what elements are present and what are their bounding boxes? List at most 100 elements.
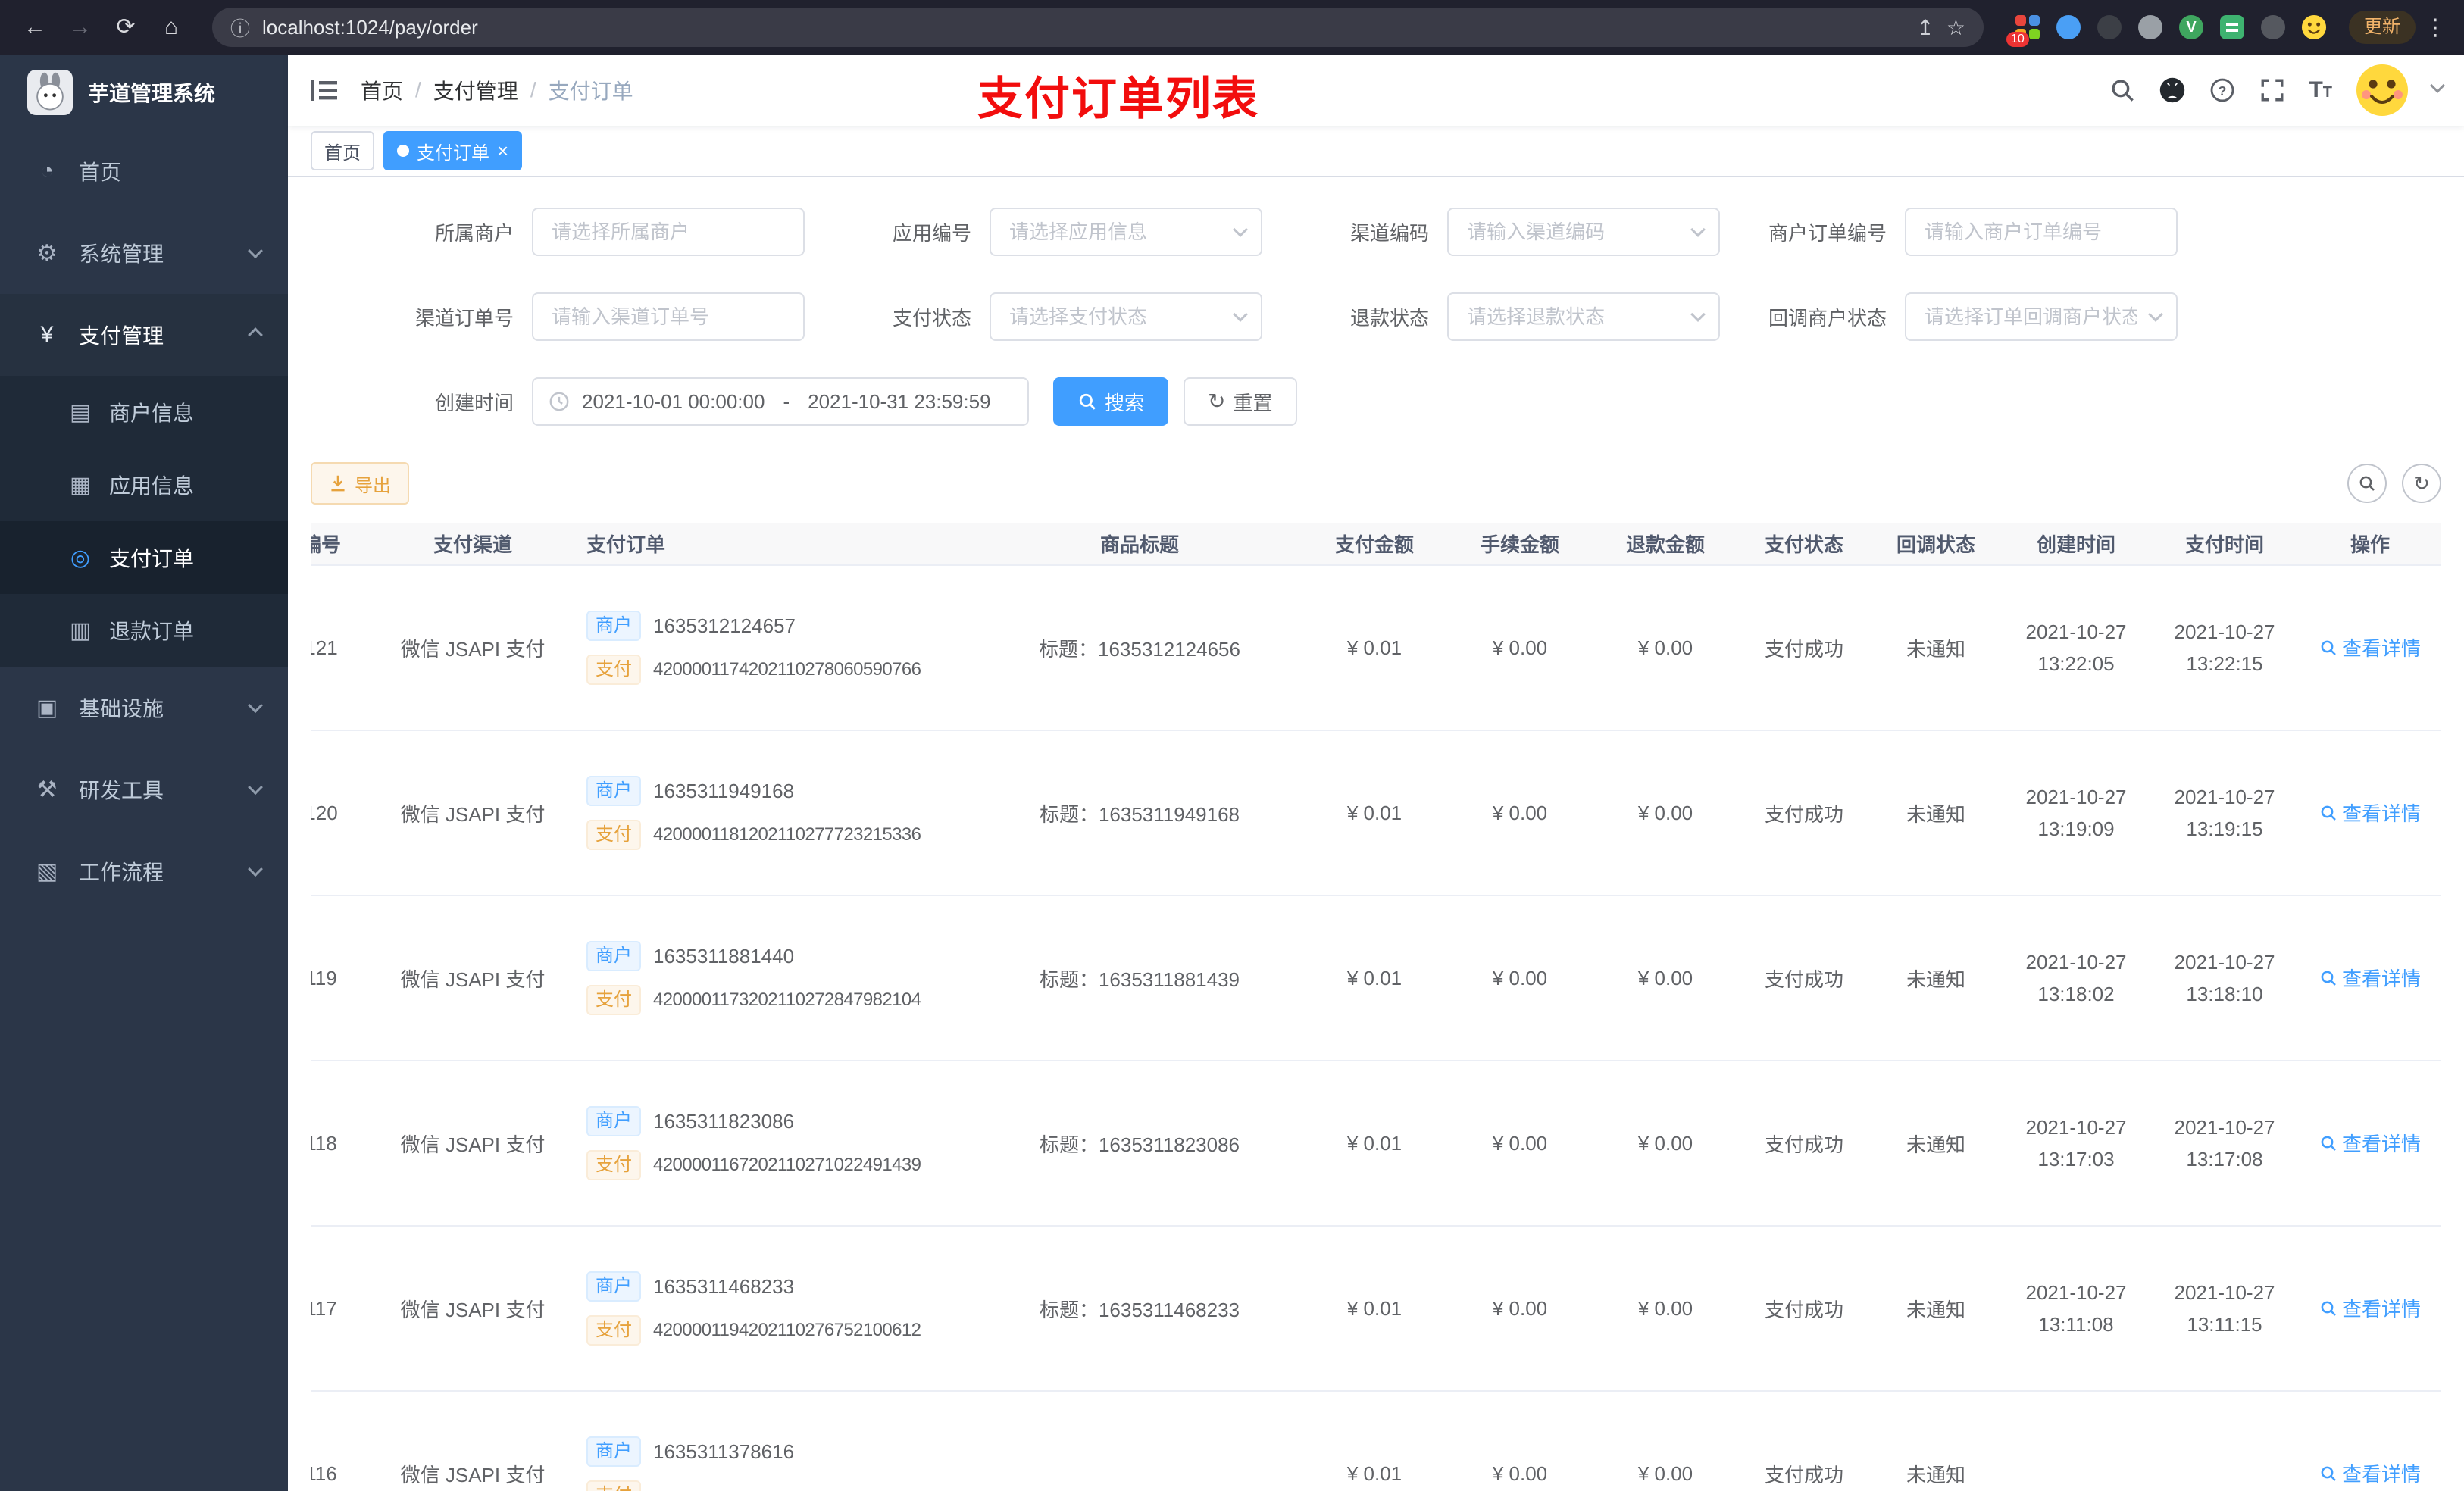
tab-pay-order[interactable]: 支付订单 × bbox=[383, 131, 523, 170]
merchant-order-no-input[interactable] bbox=[1905, 208, 2178, 256]
url-text[interactable]: localhost:1024/pay/order bbox=[262, 16, 1904, 39]
browser-menu-icon[interactable]: ⋮ bbox=[2422, 14, 2449, 41]
merchant-tag: 商户 bbox=[586, 1436, 641, 1467]
search-icon[interactable] bbox=[2109, 77, 2136, 104]
browser-back-icon[interactable]: ← bbox=[15, 8, 55, 47]
cell-pay-time: 2021-10-27 13:22:15 bbox=[2150, 565, 2299, 731]
menu-fold-icon[interactable] bbox=[309, 75, 339, 105]
search-button[interactable]: 搜索 bbox=[1053, 377, 1169, 426]
col-refund: 退款金额 bbox=[1593, 523, 1738, 566]
sidebar-item-payment[interactable]: ¥ 支付管理 bbox=[0, 294, 288, 376]
export-button[interactable]: 导出 bbox=[311, 462, 409, 505]
view-detail-link[interactable]: 查看详情 bbox=[2319, 1129, 2421, 1157]
browser-update-button[interactable]: 更新 bbox=[2349, 11, 2416, 44]
search-icon bbox=[2321, 971, 2336, 986]
view-detail-link[interactable]: 查看详情 bbox=[2319, 1459, 2421, 1487]
cell-refund: ¥ 0.00 bbox=[1593, 565, 1738, 731]
search-icon bbox=[2321, 1466, 2336, 1481]
question-icon[interactable]: ? bbox=[2209, 77, 2236, 104]
channel-code-select[interactable] bbox=[1447, 208, 1720, 256]
cell-id: 116 bbox=[311, 1391, 374, 1491]
sidebar-item-system[interactable]: ⚙ 系统管理 bbox=[0, 212, 288, 294]
browser-forward-icon[interactable]: → bbox=[61, 8, 100, 47]
clock-icon bbox=[549, 392, 569, 411]
browser-reload-icon[interactable]: ⟳ bbox=[106, 8, 145, 47]
table-toolbar: 导出 ↻ bbox=[311, 462, 2441, 505]
pay-status-select[interactable] bbox=[990, 292, 1262, 341]
cell-amount: ¥ 0.01 bbox=[1302, 896, 1447, 1061]
page-title: 支付订单列表 bbox=[977, 73, 1259, 124]
site-info-icon[interactable]: ⓘ bbox=[230, 14, 250, 42]
col-id: 编号 bbox=[311, 523, 374, 566]
cell-actions: 查看详情 bbox=[2299, 1391, 2441, 1491]
toggle-search-button[interactable] bbox=[2347, 464, 2387, 503]
sidebar-item-infra[interactable]: ▣ 基础设施 bbox=[0, 667, 288, 749]
svg-text:?: ? bbox=[2219, 83, 2227, 98]
fullscreen-icon[interactable] bbox=[2259, 77, 2286, 104]
pay-tag: 支付 bbox=[586, 985, 641, 1015]
view-detail-link[interactable]: 查看详情 bbox=[2319, 633, 2421, 661]
merchant-tag: 商户 bbox=[586, 611, 641, 641]
extension-blue-icon[interactable] bbox=[2055, 14, 2082, 41]
create-time-range-picker[interactable]: 2021-10-01 00:00:00 - 2021-10-31 23:59:5… bbox=[532, 377, 1029, 426]
view-detail-link[interactable]: 查看详情 bbox=[2319, 799, 2421, 827]
sidebar-item-refund-order[interactable]: ▥ 退款订单 bbox=[0, 594, 288, 667]
merchant-select[interactable] bbox=[532, 208, 805, 256]
cell-refund: ¥ 0.00 bbox=[1593, 1391, 1738, 1491]
tab-close-icon[interactable]: × bbox=[497, 141, 508, 161]
address-bar[interactable]: ⓘ localhost:1024/pay/order ↥ ☆ bbox=[212, 8, 1984, 47]
cell-order: 商户 1635312124657 支付 4200001174202110278060… bbox=[571, 565, 977, 731]
browser-home-icon[interactable]: ⌂ bbox=[152, 8, 191, 47]
order-target-icon: ◎ bbox=[70, 545, 91, 570]
merchant-order-no: 1635312124657 bbox=[653, 614, 796, 637]
extension-emoji-icon[interactable] bbox=[2300, 14, 2328, 41]
refresh-table-button[interactable]: ↻ bbox=[2402, 464, 2441, 503]
filter-label: 渠道编码 bbox=[1349, 221, 1429, 245]
extension-vue-icon[interactable]: V bbox=[2178, 14, 2205, 41]
app-logo[interactable]: 芋道管理系统 bbox=[0, 55, 288, 130]
col-actions: 操作 bbox=[2299, 523, 2441, 566]
sidebar-item-workflow[interactable]: ▧ 工作流程 bbox=[0, 830, 288, 912]
cell-fee: ¥ 0.00 bbox=[1447, 1391, 1593, 1491]
notify-status-select[interactable] bbox=[1905, 292, 2178, 341]
col-notify: 回调状态 bbox=[1870, 523, 2002, 566]
cell-title: 标题：1635311823086 bbox=[977, 1061, 1302, 1227]
cell-channel: 微信 JSAPI 支付 bbox=[374, 730, 571, 896]
bookmark-star-icon[interactable]: ☆ bbox=[1946, 15, 1965, 40]
app-id-select[interactable] bbox=[990, 208, 1262, 256]
github-icon[interactable] bbox=[2159, 77, 2186, 104]
filter-label: 支付状态 bbox=[892, 306, 971, 330]
sidebar-item-app-info[interactable]: ▦ 应用信息 bbox=[0, 449, 288, 521]
cell-title bbox=[977, 1391, 1302, 1491]
cell-refund: ¥ 0.00 bbox=[1593, 1226, 1738, 1392]
col-title: 商品标题 bbox=[977, 523, 1302, 566]
sidebar-item-merchant-info[interactable]: ▤ 商户信息 bbox=[0, 376, 288, 449]
font-size-icon[interactable]: TT bbox=[2309, 77, 2332, 103]
extension-pin-icon[interactable] bbox=[2259, 14, 2287, 41]
cell-id: 121 bbox=[311, 565, 374, 731]
extensions-grid-icon[interactable]: 10 bbox=[2006, 14, 2041, 47]
sidebar-item-home[interactable]: ◔ 首页 bbox=[0, 130, 288, 212]
extension-chat-icon[interactable] bbox=[2219, 14, 2246, 41]
cell-title: 标题：1635311468233 bbox=[977, 1226, 1302, 1392]
breadcrumb-current: 支付订单 bbox=[548, 80, 633, 103]
share-icon[interactable]: ↥ bbox=[1916, 15, 1934, 40]
avatar-dropdown-caret[interactable] bbox=[2430, 78, 2445, 93]
channel-order-no-input[interactable] bbox=[532, 292, 805, 341]
reset-button[interactable]: ↻ 重置 bbox=[1184, 377, 1297, 426]
cell-channel: 微信 JSAPI 支付 bbox=[374, 896, 571, 1061]
extension-dark-icon[interactable] bbox=[2096, 14, 2123, 41]
filter-label: 所属商户 bbox=[434, 221, 514, 245]
breadcrumb-payment[interactable]: 支付管理 bbox=[433, 75, 518, 105]
user-avatar[interactable] bbox=[2355, 63, 2409, 117]
tab-home[interactable]: 首页 bbox=[311, 131, 374, 170]
sidebar-item-devtools[interactable]: ⚒ 研发工具 bbox=[0, 749, 288, 830]
cell-id: 119 bbox=[311, 896, 374, 1061]
refund-status-select[interactable] bbox=[1447, 292, 1720, 341]
breadcrumb-home[interactable]: 首页 bbox=[361, 75, 403, 105]
orders-table: 编号 支付渠道 支付订单 商品标题 支付金额 手续金额 退款金额 支付状态 回调… bbox=[311, 523, 2441, 1491]
view-detail-link[interactable]: 查看详情 bbox=[2319, 1294, 2421, 1322]
view-detail-link[interactable]: 查看详情 bbox=[2319, 964, 2421, 992]
extension-gray-icon[interactable] bbox=[2137, 14, 2164, 41]
sidebar-item-pay-order[interactable]: ◎ 支付订单 bbox=[0, 521, 288, 594]
